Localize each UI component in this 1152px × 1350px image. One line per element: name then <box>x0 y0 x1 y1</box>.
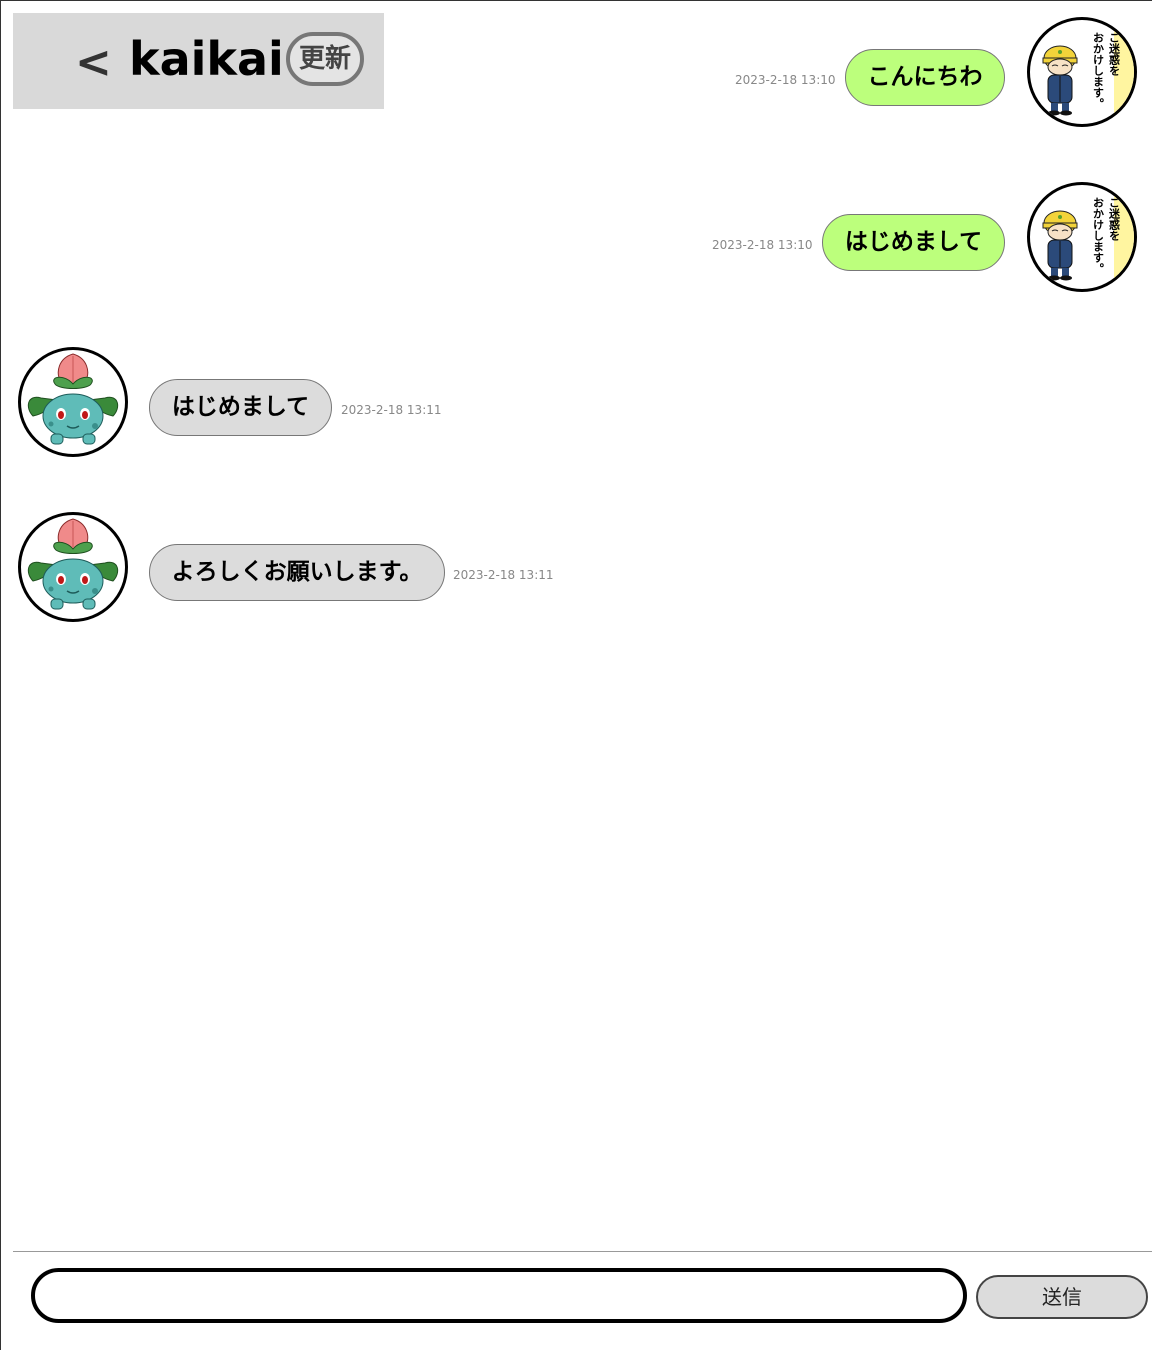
other-avatar[interactable] <box>18 347 128 457</box>
send-button[interactable]: 送信 <box>976 1275 1148 1319</box>
my-avatar[interactable]: ご迷惑を おかけします。 <box>1027 17 1137 127</box>
svg-text:おかけします。: おかけします。 <box>1092 197 1105 274</box>
message-bubble-mine: はじめまして <box>822 214 1005 271</box>
message-timestamp: 2023-2-18 13:10 <box>712 238 813 252</box>
message-row: よろしくお願いします。 2023-2-18 13:11 <box>0 512 1152 624</box>
frame-border-top <box>0 0 1152 1</box>
message-bubble-other: よろしくお願いします。 <box>149 544 445 601</box>
message-input[interactable] <box>31 1268 967 1323</box>
composer-divider <box>13 1251 1152 1252</box>
message-bubble-mine: こんにちわ <box>845 49 1005 106</box>
message-timestamp: 2023-2-18 13:10 <box>735 73 836 87</box>
message-timestamp: 2023-2-18 13:11 <box>453 568 554 582</box>
message-row: 2023-2-18 13:10 こんにちわ ご迷惑を おかけします。 <box>0 17 1152 129</box>
message-timestamp: 2023-2-18 13:11 <box>341 403 442 417</box>
message-bubble-other: はじめまして <box>149 379 332 436</box>
my-avatar[interactable]: ご迷惑を おかけします。 <box>1027 182 1137 292</box>
message-row: はじめまして 2023-2-18 13:11 <box>0 347 1152 459</box>
svg-text:ご迷惑を: ご迷惑を <box>1108 196 1122 242</box>
svg-text:おかけします。: おかけします。 <box>1092 32 1105 109</box>
message-row: 2023-2-18 13:10 はじめまして ご迷惑を おかけします。 <box>0 182 1152 294</box>
svg-text:ご迷惑を: ご迷惑を <box>1108 31 1122 77</box>
other-avatar[interactable] <box>18 512 128 622</box>
